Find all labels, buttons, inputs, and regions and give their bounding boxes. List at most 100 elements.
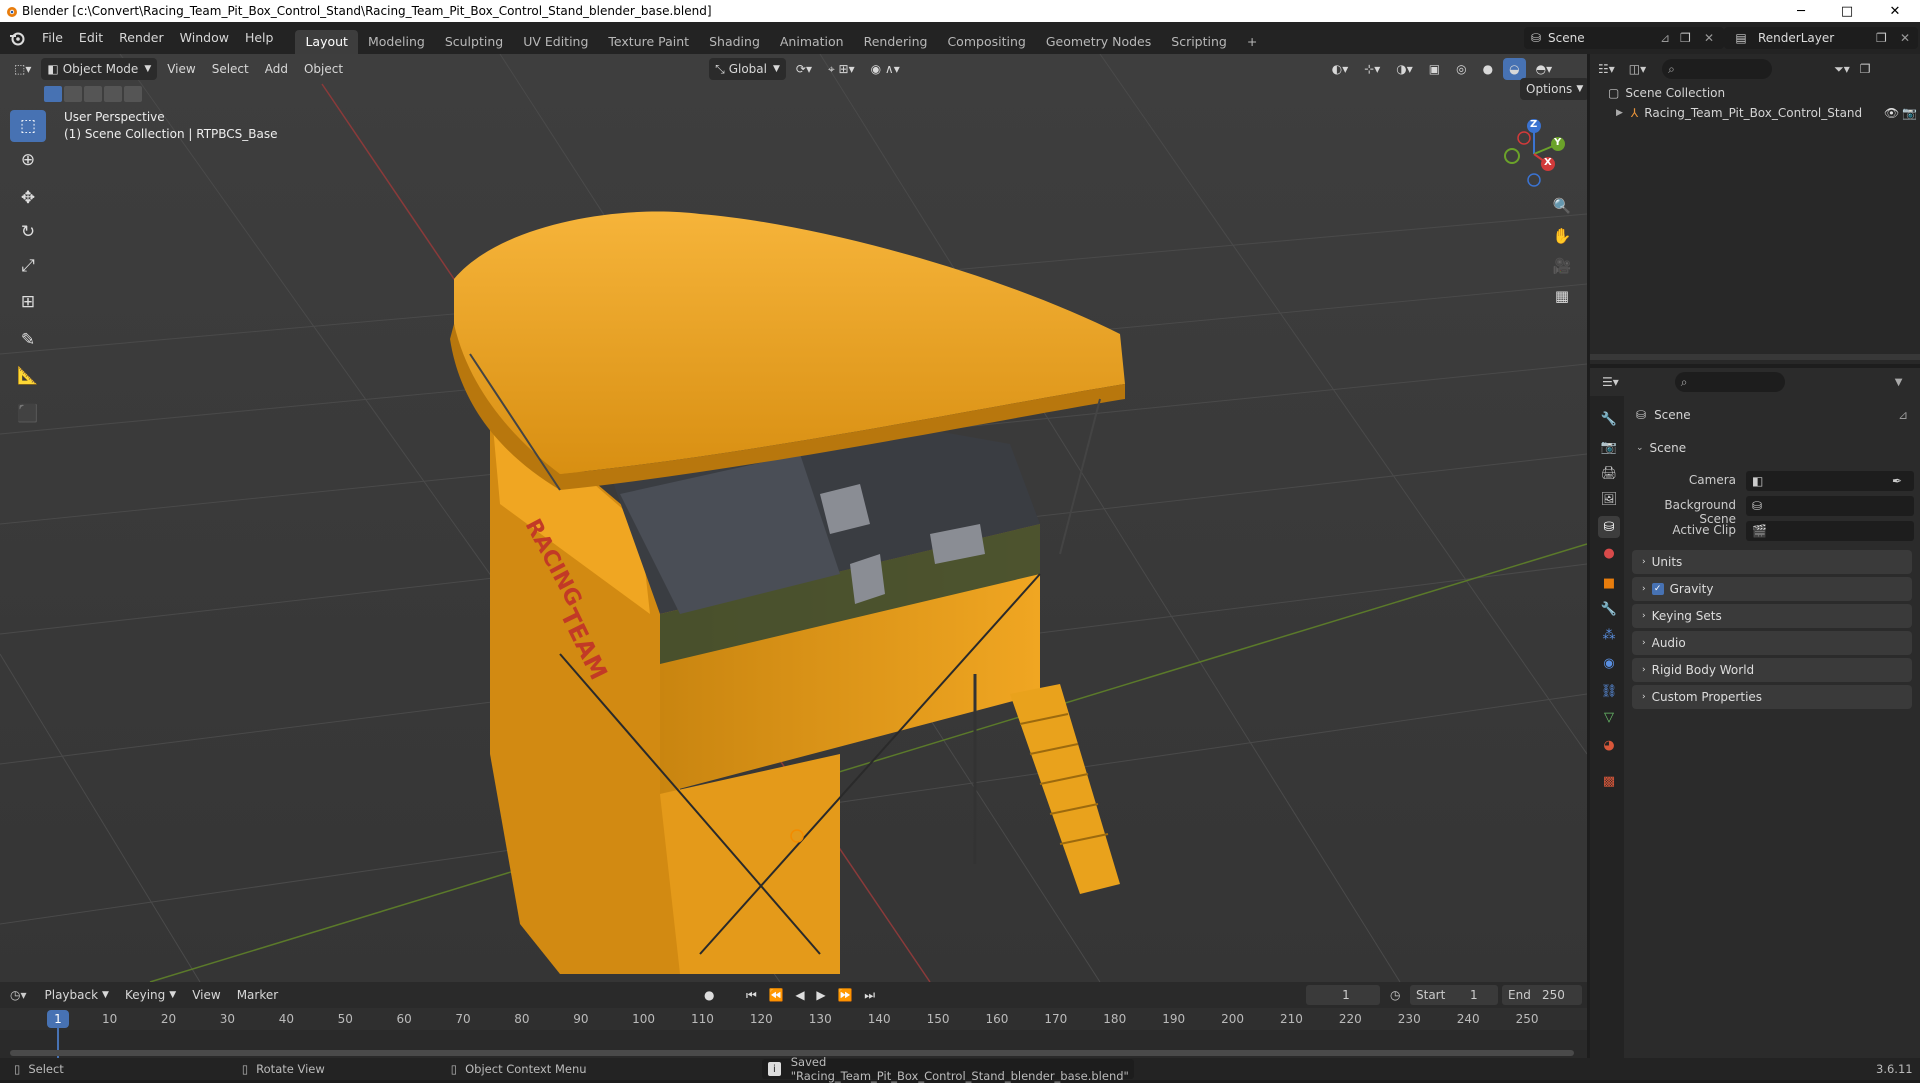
tab-shading[interactable]: Shading xyxy=(699,30,770,54)
pan-hand-icon[interactable]: ✋ xyxy=(1548,222,1576,250)
visibility-icon[interactable]: ◐▾ xyxy=(1326,58,1355,80)
outliner-scrollbar[interactable] xyxy=(1590,354,1920,360)
pin-icon[interactable]: ⊿ xyxy=(1660,31,1670,45)
tab-sculpting[interactable]: Sculpting xyxy=(435,30,513,54)
select-invert-icon[interactable] xyxy=(104,86,122,102)
menu-add[interactable]: Add xyxy=(259,58,294,80)
scene-panel-header[interactable]: ⌄ Scene xyxy=(1630,436,1914,460)
rigid-body-world-section[interactable]: › Rigid Body World xyxy=(1632,658,1912,682)
select-box-tool[interactable]: ⬚ xyxy=(10,110,46,142)
keying-menu[interactable]: Keying ▼ xyxy=(119,984,182,1006)
menu-render[interactable]: Render xyxy=(111,22,172,54)
transform-tool[interactable]: ⊞ xyxy=(10,286,46,318)
constraints-tab-icon[interactable]: ⛓ xyxy=(1598,680,1620,702)
gizmo-toggle-icon[interactable]: ⊹▾ xyxy=(1358,58,1386,80)
tab-animation[interactable]: Animation xyxy=(770,30,854,54)
record-icon[interactable]: ● xyxy=(704,988,714,1002)
material-tab-icon[interactable]: ◕ xyxy=(1598,734,1620,756)
rendered-shading-icon[interactable]: ◓▾ xyxy=(1530,58,1559,80)
proportional-edit-icon[interactable]: ◉ ∧▾ xyxy=(865,58,906,80)
select-intersect-icon[interactable] xyxy=(124,86,142,102)
timeline-editor-icon[interactable]: ◷▾ xyxy=(10,988,27,1002)
annotate-tool[interactable]: ✎ xyxy=(10,324,46,356)
tab-layout[interactable]: Layout xyxy=(295,30,358,54)
editor-type-icon[interactable]: ⬚▾ xyxy=(8,58,37,80)
object-tab-icon[interactable]: ■ xyxy=(1598,572,1620,594)
audio-section[interactable]: › Audio xyxy=(1632,631,1912,655)
filter-icon[interactable]: ⏷▾ xyxy=(1834,62,1850,77)
menu-view[interactable]: View xyxy=(161,58,201,80)
mode-dropdown[interactable]: ◧ Object Mode ▼ xyxy=(41,58,158,80)
render-tab-icon[interactable]: 📷 xyxy=(1598,436,1620,458)
move-tool[interactable]: ✥ xyxy=(10,182,46,214)
clock-icon[interactable]: ◷ xyxy=(1390,988,1400,1002)
select-extend-icon[interactable] xyxy=(64,86,82,102)
tool-tab-icon[interactable]: 🔧 xyxy=(1598,408,1620,430)
rotate-tool[interactable]: ↻ xyxy=(10,216,46,248)
select-new-icon[interactable] xyxy=(44,86,62,102)
particles-tab-icon[interactable]: ⁂ xyxy=(1598,624,1620,646)
cursor-tool[interactable]: ⊕ xyxy=(10,144,46,176)
data-tab-icon[interactable]: ▽ xyxy=(1598,706,1620,728)
chevron-down-icon[interactable]: ▼ xyxy=(1895,377,1903,388)
tab-geometry-nodes[interactable]: Geometry Nodes xyxy=(1036,30,1161,54)
camera-view-icon[interactable]: 🎥 xyxy=(1548,252,1576,280)
measure-tool[interactable]: 📐 xyxy=(10,360,46,392)
close-button[interactable]: ✕ xyxy=(1872,0,1918,22)
overlay-toggle-icon[interactable]: ◑▾ xyxy=(1390,58,1419,80)
camera-field[interactable]: ◧ ✒ xyxy=(1746,471,1914,491)
maximize-button[interactable]: □ xyxy=(1824,0,1870,22)
timeline-view-menu[interactable]: View xyxy=(186,984,226,1006)
gravity-checkbox[interactable]: ✓ xyxy=(1651,583,1664,595)
add-cube-tool[interactable]: ⬛ xyxy=(10,398,46,430)
properties-editor-icon[interactable]: ☰▾ xyxy=(1602,375,1619,389)
menu-help[interactable]: Help xyxy=(237,22,282,54)
keying-sets-section[interactable]: › Keying Sets xyxy=(1632,604,1912,628)
select-subtract-icon[interactable] xyxy=(84,86,102,102)
ortho-grid-icon[interactable]: ▦ xyxy=(1548,282,1576,310)
eyedropper-icon[interactable]: ✒ xyxy=(1892,474,1902,488)
start-frame-field[interactable]: Start 1 xyxy=(1410,985,1498,1005)
menu-window[interactable]: Window xyxy=(172,22,237,54)
solid-shading-icon[interactable]: ● xyxy=(1477,58,1499,80)
end-frame-field[interactable]: End 250 xyxy=(1502,985,1582,1005)
properties-search-input[interactable]: ⌕ xyxy=(1674,372,1785,392)
outliner-search-input[interactable]: ⌕ xyxy=(1662,59,1773,79)
menu-select[interactable]: Select xyxy=(206,58,255,80)
display-mode-icon[interactable]: ◫▾ xyxy=(1629,62,1646,76)
orientation-dropdown[interactable]: ⤡ Global ▼ xyxy=(709,58,786,80)
zoom-icon[interactable]: 🔍 xyxy=(1548,192,1576,220)
scene-tab-icon[interactable]: ⛁ xyxy=(1598,516,1620,538)
playback-controls[interactable]: ⏮ ⏪ ◀ ▶ ⏩ ⏭ xyxy=(746,988,879,1003)
new-collection-icon[interactable]: ❐ xyxy=(1860,62,1871,76)
active-clip-field[interactable]: 🎬 xyxy=(1746,521,1914,541)
view-layer-tab-icon[interactable]: 🖼 xyxy=(1598,488,1620,510)
physics-tab-icon[interactable]: ◉ xyxy=(1598,652,1620,674)
eye-icon[interactable]: 👁 xyxy=(1884,106,1899,120)
wireframe-shading-icon[interactable]: ◎ xyxy=(1450,58,1472,80)
tab-rendering[interactable]: Rendering xyxy=(854,30,938,54)
playback-menu[interactable]: Playback ▼ xyxy=(39,984,115,1006)
options-button[interactable]: Options ▼ xyxy=(1520,78,1587,100)
xray-icon[interactable]: ▣ xyxy=(1423,58,1446,80)
world-tab-icon[interactable]: ● xyxy=(1598,542,1620,564)
units-section[interactable]: › Units xyxy=(1632,550,1912,574)
menu-object[interactable]: Object xyxy=(298,58,349,80)
tab-texture-paint[interactable]: Texture Paint xyxy=(598,30,699,54)
outliner-scene-collection[interactable]: ▢ Scene Collection xyxy=(1608,86,1725,100)
gravity-section[interactable]: › ✓ Gravity xyxy=(1632,577,1912,601)
snap-icon[interactable]: ⌖ ⊞▾ xyxy=(822,58,861,80)
new-scene-icon[interactable]: ❐ xyxy=(1680,31,1691,45)
minimize-button[interactable]: ─ xyxy=(1778,0,1824,22)
menu-edit[interactable]: Edit xyxy=(71,22,111,54)
delete-layer-icon[interactable]: ✕ xyxy=(1900,31,1910,45)
material-shading-icon[interactable]: ◒ xyxy=(1503,58,1526,80)
tab-uv-editing[interactable]: UV Editing xyxy=(513,30,598,54)
tab-compositing[interactable]: Compositing xyxy=(937,30,1035,54)
texture-tab-icon[interactable]: ▩ xyxy=(1598,770,1620,792)
background-scene-field[interactable]: ⛁ xyxy=(1746,496,1914,516)
delete-scene-icon[interactable]: ✕ xyxy=(1704,31,1714,45)
marker-menu[interactable]: Marker xyxy=(231,984,284,1006)
current-frame-field[interactable]: 1 xyxy=(1306,985,1380,1005)
playhead[interactable]: 1 xyxy=(47,1010,69,1028)
